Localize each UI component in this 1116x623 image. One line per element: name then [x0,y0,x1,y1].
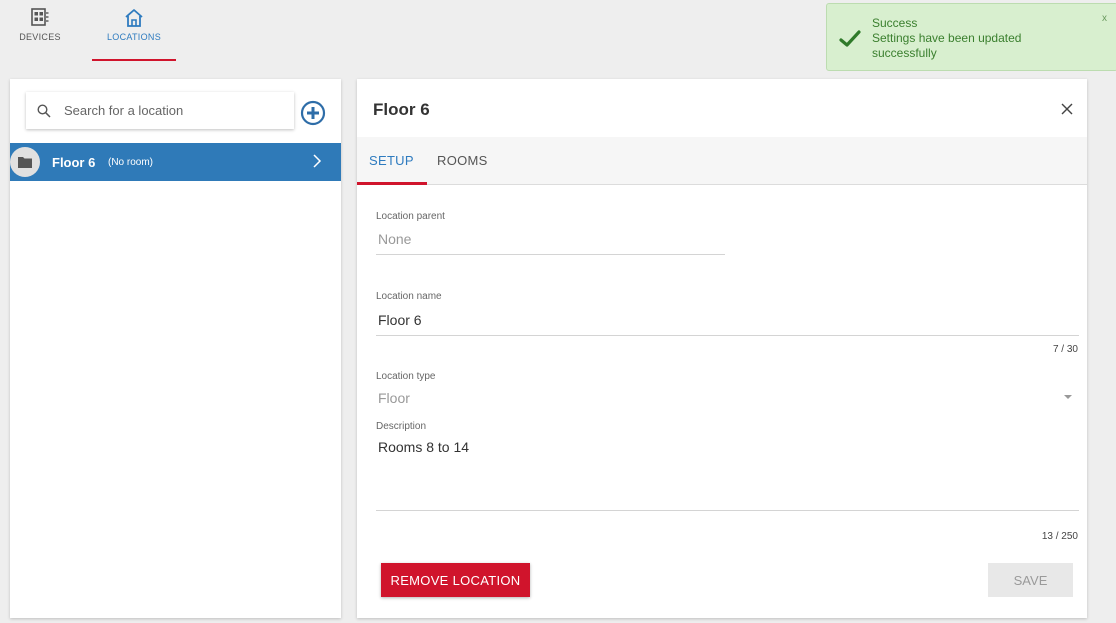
location-list-item[interactable]: Floor 6 (No room) [10,143,341,181]
check-icon [839,30,861,47]
tab-bar: SETUP ROOMS [357,137,1087,185]
tab-rooms[interactable]: ROOMS [437,153,488,168]
nav-locations[interactable]: LOCATIONS [92,8,176,64]
toast-title: Success [872,16,918,30]
location-list-panel: Floor 6 (No room) [10,79,341,618]
nav-devices[interactable]: DEVICES [14,8,66,64]
search-input[interactable] [64,103,274,118]
save-button[interactable]: SAVE [988,563,1073,597]
location-room-count: (No room) [108,157,154,168]
close-icon[interactable] [1059,101,1075,117]
location-name-counter: 7 / 30 [1052,344,1078,355]
page-title: Floor 6 [373,100,430,119]
nav-active-indicator [92,59,176,61]
description-underline [376,510,1079,511]
home-icon [125,9,143,27]
search-box [26,92,294,129]
description-field[interactable]: Rooms 8 to 14 [378,439,469,455]
description-label: Description [376,421,427,432]
location-parent-underline [376,254,725,255]
location-parent-label: Location parent [376,211,445,222]
location-type-select[interactable]: Floor [378,390,410,406]
location-name: Floor 6 [52,155,96,170]
description-counter: 13 / 250 [1041,531,1078,542]
search-icon [37,103,51,118]
nav-locations-label: LOCATIONS [106,32,162,42]
location-type-label: Location type [376,371,436,382]
location-name-label: Location name [376,291,442,302]
devices-icon [31,8,49,26]
tab-setup[interactable]: SETUP [369,153,414,168]
location-name-underline [376,335,1079,336]
folder-icon [10,147,40,177]
active-tab-indicator [357,182,427,185]
location-parent-field[interactable]: None [378,231,411,247]
chevron-down-icon[interactable] [1064,395,1072,399]
chevron-right-icon [313,154,322,168]
add-location-button[interactable] [300,100,326,126]
location-name-field[interactable]: Floor 6 [378,312,422,328]
remove-location-button[interactable]: REMOVE LOCATION [381,563,530,597]
nav-devices-label: DEVICES [19,32,61,42]
toast-message: Settings have been updated successfully [872,31,1022,60]
toast-close-button[interactable]: x [1102,13,1107,24]
success-toast: Success Settings have been updated succe… [826,3,1116,71]
location-detail-panel: Floor 6 SETUP ROOMS Location parent None… [357,79,1087,618]
